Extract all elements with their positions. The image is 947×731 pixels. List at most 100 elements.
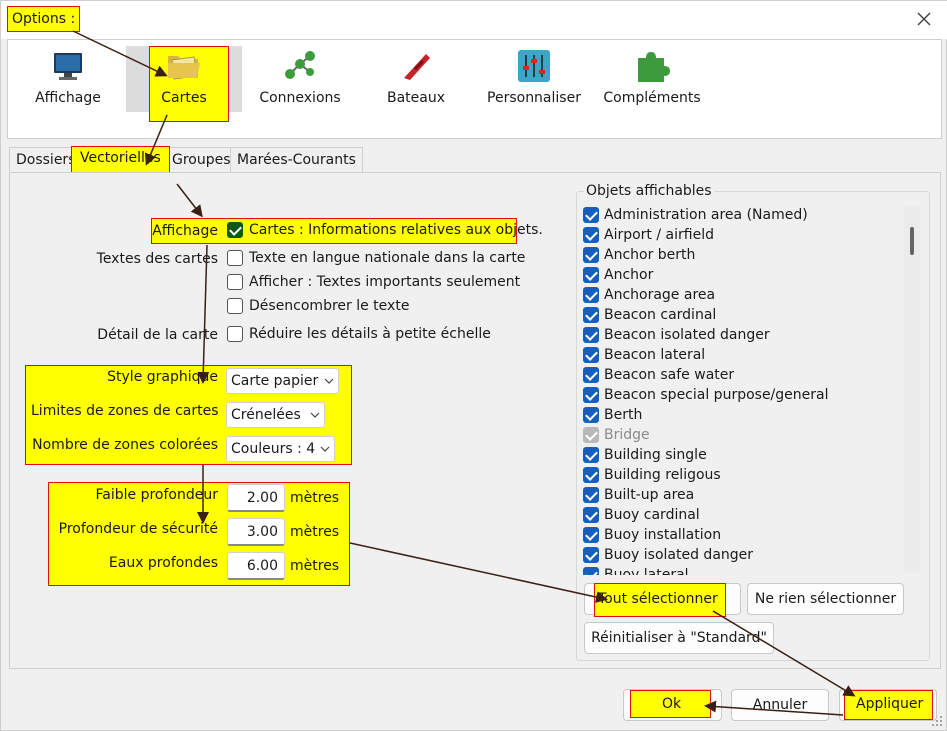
eaux-input[interactable]: 6.00 bbox=[227, 552, 285, 580]
list-item-checkbox[interactable] bbox=[583, 487, 599, 503]
list-item[interactable]: Built-up area bbox=[581, 485, 922, 505]
list-item-checkbox[interactable] bbox=[583, 407, 599, 423]
select-none-button[interactable]: Ne rien sélectionner bbox=[747, 583, 904, 615]
resize-grip-icon[interactable] bbox=[931, 715, 943, 727]
toolbar-connexions[interactable]: Connexions bbox=[242, 46, 358, 112]
textes-checkbox-2[interactable] bbox=[227, 274, 243, 290]
list-item-checkbox[interactable] bbox=[583, 527, 599, 543]
list-item[interactable]: Building religous bbox=[581, 465, 922, 485]
cancel-button[interactable]: Annuler bbox=[731, 689, 829, 721]
faible-input[interactable]: 2.00 bbox=[227, 484, 285, 512]
textes-option-3-label: Désencombrer le texte bbox=[249, 298, 410, 314]
faible-unit: mètres bbox=[290, 490, 340, 506]
list-item[interactable]: Buoy isolated danger bbox=[581, 545, 922, 565]
objets-title: Objets affichables bbox=[584, 183, 714, 199]
list-item[interactable]: Beacon safe water bbox=[581, 365, 922, 385]
list-item[interactable]: Building single bbox=[581, 445, 922, 465]
list-item-checkbox[interactable] bbox=[583, 347, 599, 363]
detail-label: Détail de la carte bbox=[97, 327, 218, 343]
list-item-checkbox[interactable] bbox=[583, 307, 599, 323]
reset-standard-button[interactable]: Réinitialiser à "Standard" bbox=[584, 622, 774, 654]
list-item-checkbox[interactable] bbox=[583, 247, 599, 263]
textes-option-3[interactable]: Désencombrer le texte bbox=[227, 298, 409, 314]
detail-option[interactable]: Réduire les détails à petite échelle bbox=[227, 326, 491, 342]
list-item-checkbox[interactable] bbox=[583, 367, 599, 383]
toolbar-bateaux[interactable]: Bateaux bbox=[358, 46, 474, 112]
objets-scroll-thumb[interactable] bbox=[910, 227, 914, 255]
detail-checkbox[interactable] bbox=[227, 326, 243, 342]
window-title: Options : bbox=[7, 6, 81, 32]
objets-scrollbar[interactable] bbox=[904, 207, 920, 573]
list-item-checkbox[interactable] bbox=[583, 507, 599, 523]
list-item[interactable]: Beacon isolated danger bbox=[581, 325, 922, 345]
list-item[interactable]: Beacon lateral bbox=[581, 345, 922, 365]
toolbar-affichage[interactable]: Affichage bbox=[10, 46, 126, 112]
list-item-label: Administration area (Named) bbox=[604, 207, 808, 223]
list-item-checkbox[interactable] bbox=[583, 387, 599, 403]
list-item[interactable]: Berth bbox=[581, 405, 922, 425]
list-item[interactable]: Buoy installation bbox=[581, 525, 922, 545]
list-item-label: Beacon safe water bbox=[604, 367, 735, 383]
folder-maps-icon bbox=[168, 56, 200, 80]
list-item-label: Buoy isolated danger bbox=[604, 547, 754, 563]
list-item-checkbox[interactable] bbox=[583, 207, 599, 223]
objets-list[interactable]: Administration area (Named) Airport / air… bbox=[581, 205, 922, 575]
list-item-label: Beacon cardinal bbox=[604, 307, 717, 323]
textes-option-1-label: Texte en langue nationale dans la carte bbox=[249, 250, 526, 266]
list-item[interactable]: Anchorage area bbox=[581, 285, 922, 305]
limites-select[interactable]: Crénelées bbox=[226, 402, 325, 428]
list-item-checkbox[interactable] bbox=[583, 427, 599, 443]
list-item[interactable]: Buoy cardinal bbox=[581, 505, 922, 525]
toolbar-personnaliser-label: Personnaliser bbox=[487, 90, 581, 106]
textes-checkbox-3[interactable] bbox=[227, 298, 243, 314]
list-item[interactable]: Bridge bbox=[581, 425, 922, 445]
style-select[interactable]: Carte papier bbox=[226, 368, 339, 394]
list-item-checkbox[interactable] bbox=[583, 267, 599, 283]
securite-input[interactable]: 3.00 bbox=[227, 518, 285, 546]
list-item-label: Built-up area bbox=[604, 487, 695, 503]
toolbar-complements[interactable]: Compléments bbox=[594, 46, 710, 112]
list-item-checkbox[interactable] bbox=[583, 467, 599, 483]
securite-label: Profondeur de sécurité bbox=[58, 521, 218, 537]
affichage-checkbox-row[interactable]: Cartes : Informations relatives aux obje… bbox=[227, 222, 543, 238]
tab-groupes[interactable]: Groupes bbox=[165, 147, 238, 173]
affichage-checkbox[interactable] bbox=[227, 222, 243, 238]
zones-select[interactable]: Couleurs : 4 bbox=[226, 436, 335, 462]
list-item-checkbox[interactable] bbox=[583, 327, 599, 343]
zones-label: Nombre de zones colorées bbox=[32, 437, 218, 453]
list-item-label: Anchorage area bbox=[604, 287, 716, 303]
zones-select-value: Couleurs : 4 bbox=[231, 441, 316, 457]
list-item-checkbox[interactable] bbox=[583, 227, 599, 243]
category-toolbar: Affichage Cartes Connexions Bateaux Pers… bbox=[7, 39, 942, 139]
textes-checkbox-1[interactable] bbox=[227, 250, 243, 266]
list-item-label: Beacon isolated danger bbox=[604, 327, 770, 343]
toolbar-cartes-label: Cartes bbox=[161, 90, 207, 106]
list-item-checkbox[interactable] bbox=[583, 447, 599, 463]
list-item-label: Building single bbox=[604, 447, 707, 463]
toolbar-cartes[interactable]: Cartes bbox=[126, 46, 242, 112]
list-item-label: Buoy cardinal bbox=[604, 507, 700, 523]
list-item-checkbox[interactable] bbox=[583, 547, 599, 563]
puzzle-icon bbox=[638, 52, 670, 82]
close-icon[interactable] bbox=[914, 9, 934, 29]
title-bar: Options : bbox=[1, 1, 947, 39]
textes-option-1[interactable]: Texte en langue nationale dans la carte bbox=[227, 250, 525, 266]
tab-marees-courants[interactable]: Marées-Courants bbox=[230, 147, 363, 173]
list-item[interactable]: Administration area (Named) bbox=[581, 205, 922, 225]
list-item[interactable]: Buoy lateral bbox=[581, 565, 922, 575]
network-nodes-icon bbox=[285, 51, 315, 79]
list-item-checkbox[interactable] bbox=[583, 567, 599, 575]
list-item[interactable]: Airport / airfield bbox=[581, 225, 922, 245]
list-item[interactable]: Beacon cardinal bbox=[581, 305, 922, 325]
textes-option-2[interactable]: Afficher : Textes importants seulement bbox=[227, 274, 520, 290]
list-item-checkbox[interactable] bbox=[583, 287, 599, 303]
sliders-icon bbox=[518, 50, 550, 82]
detail-option-label: Réduire les détails à petite échelle bbox=[249, 326, 491, 342]
list-item-label: Buoy lateral bbox=[604, 567, 689, 575]
list-item[interactable]: Beacon special purpose/general bbox=[581, 385, 922, 405]
list-item[interactable]: Anchor bbox=[581, 265, 922, 285]
list-item[interactable]: Anchor berth bbox=[581, 245, 922, 265]
securite-unit: mètres bbox=[290, 524, 340, 540]
affichage-label: Affichage bbox=[152, 223, 218, 239]
toolbar-personnaliser[interactable]: Personnaliser bbox=[476, 46, 592, 112]
